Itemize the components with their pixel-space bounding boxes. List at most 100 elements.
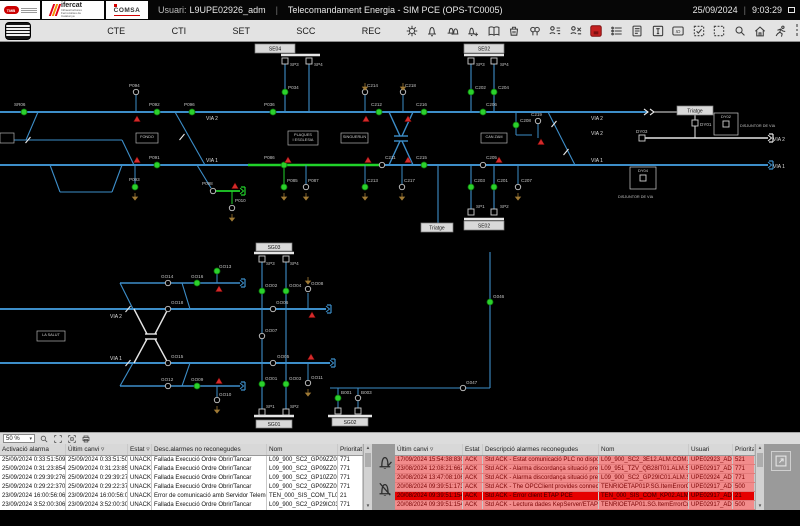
bell-icon[interactable] [425,23,440,38]
switch-open-indicator[interactable] [303,184,308,189]
switch-closed-indicator[interactable] [21,109,27,115]
table-row[interactable]: 25/09/2024 0:33:51:50925/09/2024 0:33:51… [0,456,363,465]
column-header[interactable]: Estat [463,444,483,455]
table-row[interactable]: 25/09/2024 0:29:22:37025/09/2024 0:29:22… [0,483,363,492]
switch-open-indicator[interactable] [305,286,310,291]
table-row[interactable]: 23/09/2024 3:52:00:30623/09/2024 3:52:00… [0,501,363,510]
switch-closed-indicator[interactable] [421,109,427,115]
switch-closed-indicator[interactable] [376,109,382,115]
breaker-square[interactable] [259,409,265,415]
user-network-icon[interactable] [548,23,563,38]
silence-alarm-button[interactable] [375,479,392,496]
switch-open-indicator[interactable] [165,280,170,285]
alarm-indicator[interactable] [363,116,370,122]
switch-open-indicator[interactable] [515,184,520,189]
table-row[interactable]: 20/08/2024 09:39:51:173ACKStd ACK - The … [395,483,755,492]
left-table-scrollbar[interactable]: ▲ ▼ [363,444,372,510]
check-dashed-icon[interactable] [691,23,706,38]
switch-open-indicator[interactable] [480,162,485,167]
table-row[interactable]: 25/09/2024 0:31:23:85425/09/2024 0:31:23… [0,465,363,474]
breaker-square[interactable] [468,209,474,215]
breaker-square[interactable] [640,175,646,181]
breaker-square[interactable] [723,121,729,127]
column-header[interactable]: Últim canvi ▿ [395,444,463,455]
table-row[interactable]: 17/09/2024 15:54:38:830ACKStd ACK - Esta… [395,456,755,465]
scroll-up-arrow[interactable]: ▲ [366,444,370,452]
table-row[interactable]: 20/08/2024 13:47:08:106ACKStd ACK - Alar… [395,474,755,483]
switch-open-indicator[interactable] [379,162,384,167]
alarm-indicator[interactable] [365,157,372,163]
trash-icon[interactable] [507,23,522,38]
switch-open-indicator[interactable] [305,380,310,385]
column-header[interactable]: Desc.alarmes no reconegudes [152,444,267,455]
switch-closed-indicator[interactable] [491,184,497,190]
switch-closed-indicator[interactable] [281,184,287,190]
breaker-square[interactable] [491,58,497,64]
breaker-square[interactable] [259,256,265,262]
switch-closed-indicator[interactable] [154,109,160,115]
switch-closed-indicator[interactable] [491,89,497,95]
switch-closed-indicator[interactable] [270,109,276,115]
switch-open-indicator[interactable] [259,333,264,338]
table-row[interactable]: 25/09/2024 0:29:39:27625/09/2024 0:29:39… [0,474,363,483]
breaker-square[interactable] [468,58,474,64]
bell-double-icon[interactable] [445,23,460,38]
alarm-indicator[interactable] [309,312,316,318]
switch-closed-indicator[interactable] [362,184,368,190]
bell-add-icon[interactable] [466,23,481,38]
switch-closed-indicator[interactable] [335,395,341,401]
breaker-square[interactable] [306,58,312,64]
switch-open-indicator[interactable] [133,89,138,94]
menu-item-set[interactable]: SET [226,24,256,38]
switch-closed-indicator[interactable] [513,122,519,128]
menu-item-scc[interactable]: SCC [290,24,321,38]
switch-open-indicator[interactable] [399,184,404,189]
menu-item-cti[interactable]: CTI [166,24,193,38]
column-header[interactable]: Usuari [689,444,733,455]
expand-view-icon[interactable] [66,433,77,444]
scroll-down-arrow[interactable]: ▼ [366,502,370,510]
column-header[interactable]: Prioritat [733,444,755,455]
fit-view-icon[interactable] [52,433,63,444]
switch-open-indicator[interactable] [165,306,170,311]
menu-item-cte[interactable]: CTE [101,24,131,38]
rings-icon[interactable] [527,23,542,38]
column-header[interactable]: Prioritat [338,444,363,455]
zoom-level-select[interactable]: 50 %▾ [3,434,35,443]
stop-icon[interactable] [589,23,604,38]
column-header[interactable]: Nom [599,444,689,455]
text-icon[interactable] [650,23,665,38]
menu-item-rec[interactable]: REC [356,24,387,38]
gear-icon[interactable] [404,23,419,38]
hamburger-menu-button[interactable] [5,22,31,40]
track-schematic-canvas[interactable]: SE04SE02SE02TriatgeTriatgeSG03SG01SG02FO… [0,42,800,432]
table-row[interactable]: 20/08/2024 09:39:51:154ACKStd ACK - Erro… [395,492,755,501]
column-header[interactable]: Descripció alarmes reconegudes [483,444,599,455]
switch-closed-indicator[interactable] [259,381,265,387]
table-row[interactable]: 23/09/2024 16:00:56:06223/09/2024 16:00:… [0,492,363,501]
alarm-indicator[interactable] [538,139,545,145]
scroll-thumb[interactable] [365,453,371,467]
runner-icon[interactable] [773,23,788,38]
switch-open-indicator[interactable] [210,188,215,193]
toolbar-overflow-dots[interactable] [796,24,799,36]
alarm-indicator[interactable] [285,157,292,163]
switch-open-indicator[interactable] [460,385,465,390]
switch-open-indicator[interactable] [535,118,540,123]
scroll-up-arrow[interactable]: ▲ [758,444,762,452]
alarm-indicator[interactable] [216,378,223,384]
breaker-square[interactable] [692,120,698,126]
column-header[interactable]: Activació alarma [0,444,66,455]
switch-open-indicator[interactable] [270,306,275,311]
switch-open-indicator[interactable] [270,360,275,365]
breaker-square[interactable] [283,256,289,262]
scroll-thumb[interactable] [757,453,763,467]
book-icon[interactable] [486,23,501,38]
switch-closed-indicator[interactable] [189,109,195,115]
home-icon[interactable] [753,23,768,38]
switch-closed-indicator[interactable] [283,381,289,387]
acknowledge-alarm-button[interactable] [375,452,392,469]
breaker-square[interactable] [335,408,341,414]
breaker-square[interactable] [282,58,288,64]
switch-open-indicator[interactable] [229,205,234,210]
